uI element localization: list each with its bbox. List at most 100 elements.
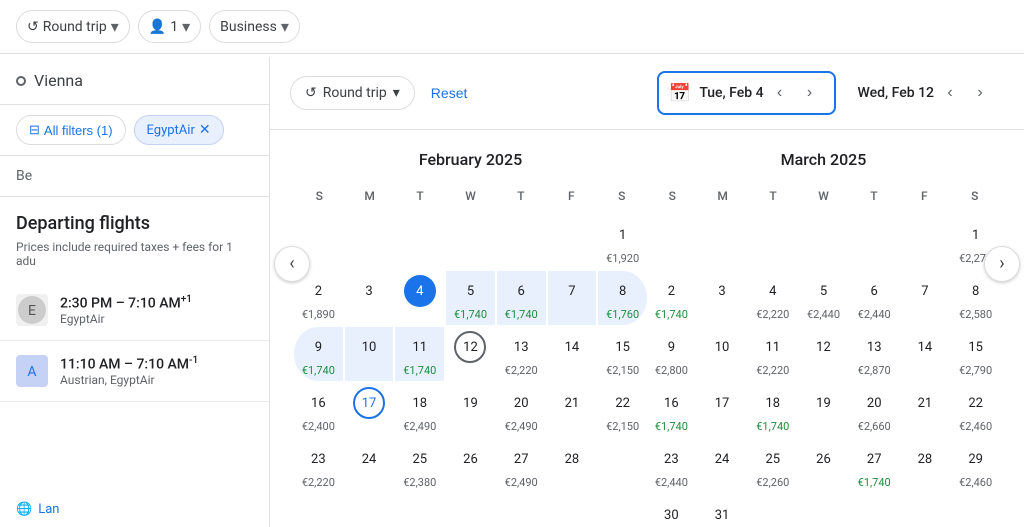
filter-row: ⊟ All filters (1) EgyptAir ✕ [0, 105, 269, 156]
day-price: €1,920 [606, 252, 639, 265]
calendar-prev-button[interactable]: ‹ [274, 246, 310, 282]
passengers-selector[interactable]: 👤 1 ▾ [138, 10, 201, 43]
calendar-day[interactable]: 6€2,440 [850, 271, 899, 325]
egyptair-chip[interactable]: EgyptAir ✕ [134, 115, 224, 145]
calendar-day[interactable]: 27€1,740 [850, 439, 899, 493]
calendar-day[interactable]: 21 [548, 383, 597, 437]
all-filters-button[interactable]: ⊟ All filters (1) [16, 115, 126, 145]
calendar-day[interactable]: 16€1,740 [647, 383, 696, 437]
calendar-day[interactable]: 16€2,400 [294, 383, 343, 437]
calendar-day[interactable]: 24 [698, 439, 747, 493]
calendar-day[interactable]: 31 [698, 495, 747, 527]
date1-next-arrow[interactable]: › [796, 79, 824, 107]
calendar-day[interactable]: 1€1,920 [598, 215, 647, 269]
date1-prev-arrow[interactable]: ‹ [766, 79, 794, 107]
day-price: €2,460 [959, 420, 992, 433]
calendar-day[interactable]: 13€2,220 [497, 327, 546, 381]
day-number: 26 [454, 443, 486, 475]
calendar-day[interactable]: 22€2,150 [598, 383, 647, 437]
calendar-day[interactable]: 12 [446, 327, 495, 381]
calendar-day[interactable]: 26 [446, 439, 495, 493]
calendar-day[interactable]: 21 [901, 383, 950, 437]
calendar-day[interactable]: 20€2,660 [850, 383, 899, 437]
flight-card-1[interactable]: E 2:30 PM – 7:10 AM+1 EgyptAir [0, 280, 269, 341]
calendar-day[interactable]: 9€2,800 [647, 327, 696, 381]
round-trip-button[interactable]: ↺ Round trip ▾ [290, 76, 415, 110]
calendar-day[interactable]: 3 [345, 271, 394, 325]
calendar-day[interactable]: 7 [901, 271, 950, 325]
close-icon[interactable]: ✕ [199, 122, 211, 138]
calendar-day[interactable]: 2€1,740 [647, 271, 696, 325]
day-price: €2,490 [505, 420, 538, 433]
calendar-day[interactable]: 22€2,460 [951, 383, 1000, 437]
calendar-day[interactable]: 19 [446, 383, 495, 437]
calendar-day[interactable]: 5€2,440 [799, 271, 848, 325]
calendar-day[interactable]: 11€2,220 [748, 327, 797, 381]
calendar-day[interactable]: 27€2,490 [497, 439, 546, 493]
calendar-day[interactable]: 18€1,740 [748, 383, 797, 437]
day-price: €2,150 [606, 420, 639, 433]
calendar-day[interactable]: 15€2,150 [598, 327, 647, 381]
calendar-day[interactable]: 7 [548, 271, 597, 325]
calendar-day[interactable]: 8€1,760 [598, 271, 647, 325]
date2-prev-arrow[interactable]: ‹ [936, 79, 964, 107]
calendar-day[interactable]: 6€1,740 [497, 271, 546, 325]
calendar-day[interactable]: 23€2,440 [647, 439, 696, 493]
calendar-day[interactable]: 28 [548, 439, 597, 493]
calendar-day[interactable]: 29€2,460 [951, 439, 1000, 493]
calendar-day[interactable]: 3 [698, 271, 747, 325]
mar-fri: F [899, 185, 949, 207]
calendar-day[interactable]: 11€1,740 [395, 327, 444, 381]
calendar-day[interactable]: 17 [345, 383, 394, 437]
calendar-day[interactable]: 12 [799, 327, 848, 381]
date1-selector[interactable]: 📅 Tue, Feb 4 ‹ › [657, 71, 836, 115]
calendar-day[interactable]: 17 [698, 383, 747, 437]
day-number: 16 [655, 387, 687, 419]
svg-text:A: A [27, 364, 36, 380]
calendar-day[interactable]: 28 [901, 439, 950, 493]
trip-type-selector[interactable]: ↺ Round trip ▾ [16, 10, 130, 43]
calendar-day[interactable]: 30€2,220 [647, 495, 696, 527]
calendar-day[interactable]: 4€1,730 [395, 271, 444, 325]
svg-text:E: E [28, 303, 36, 319]
calendar-day [497, 215, 546, 269]
mar-wed: W [798, 185, 848, 207]
calendar-day[interactable]: 24 [345, 439, 394, 493]
date2-selector[interactable]: Wed, Feb 12 ‹ › [848, 73, 1004, 113]
calendar-day[interactable]: 10 [698, 327, 747, 381]
mar-tue: T [748, 185, 798, 207]
calendar-day[interactable]: 14 [548, 327, 597, 381]
calendar-day [901, 495, 950, 527]
reset-button[interactable]: Reset [427, 77, 472, 109]
calendar-day[interactable]: 23€2,220 [294, 439, 343, 493]
day-number: 23 [655, 443, 687, 475]
date1-label: Tue, Feb 4 [699, 85, 763, 101]
calendar-day[interactable]: 25€2,380 [395, 439, 444, 493]
flight-card-2[interactable]: A 11:10 AM – 7:10 AM-1 Austrian, EgyptAi… [0, 341, 269, 402]
calendar-day[interactable]: 25€2,260 [748, 439, 797, 493]
day-number: 7 [909, 275, 941, 307]
calendar-day[interactable]: 4€2,220 [748, 271, 797, 325]
calendar-day[interactable]: 9€1,740 [294, 327, 343, 381]
calendar-next-button[interactable]: › [984, 246, 1020, 282]
day-number: 16 [302, 387, 334, 419]
day-price: €2,440 [807, 308, 840, 321]
language-button[interactable]: 🌐 Lan [16, 502, 59, 517]
calendar-day[interactable]: 13€2,870 [850, 327, 899, 381]
calendar-day [951, 495, 1000, 527]
day-price: €1,740 [302, 364, 335, 377]
person-icon: 👤 [149, 19, 166, 35]
calendar-day[interactable]: 14 [901, 327, 950, 381]
date2-next-arrow[interactable]: › [966, 79, 994, 107]
calendar-day[interactable]: 15€2,790 [951, 327, 1000, 381]
calendar-day[interactable]: 10 [345, 327, 394, 381]
calendar-day[interactable]: 18€2,490 [395, 383, 444, 437]
calendar-day[interactable]: 20€2,490 [497, 383, 546, 437]
day-price: €2,400 [302, 420, 335, 433]
calendar-day[interactable]: 5€1,740 [446, 271, 495, 325]
calendar-day[interactable]: 26 [799, 439, 848, 493]
cabin-selector[interactable]: Business ▾ [209, 10, 300, 43]
day-number: 10 [706, 331, 738, 363]
calendar-day[interactable]: 19 [799, 383, 848, 437]
calendar-day[interactable]: 2€1,890 [294, 271, 343, 325]
